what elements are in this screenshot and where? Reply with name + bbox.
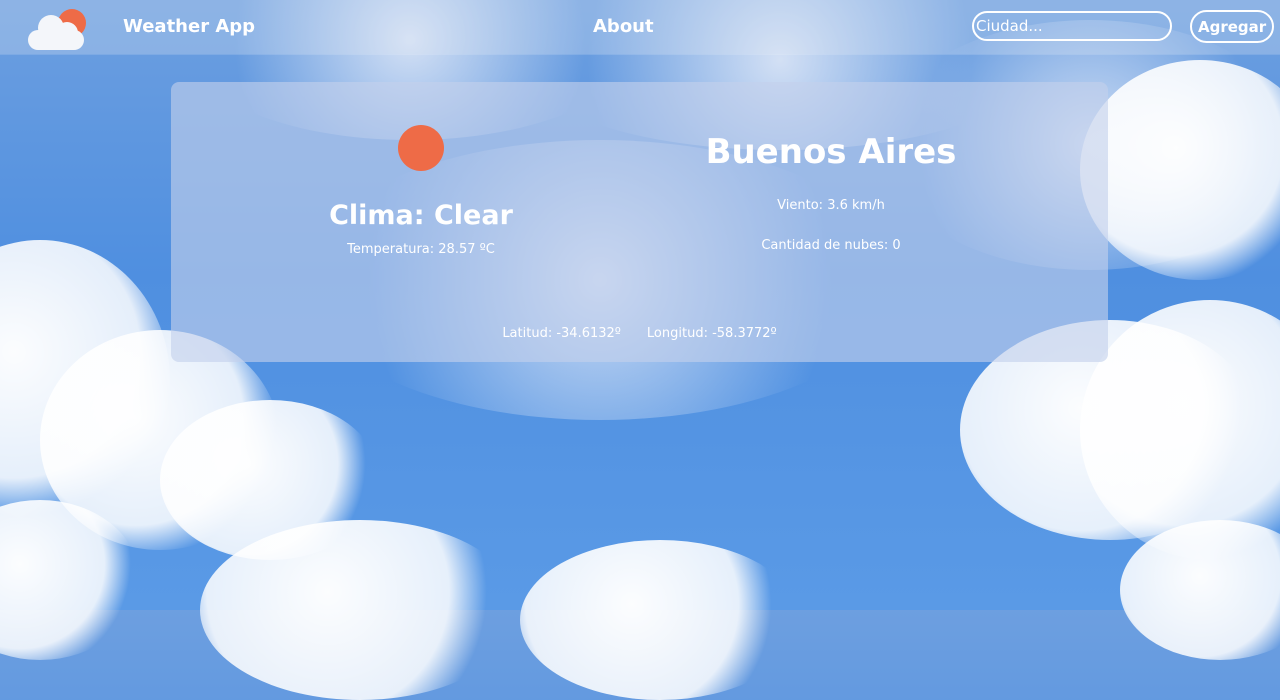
longitude-label: Longitud: [646,326,713,341]
wind-value: 3.6 km/h [827,198,885,213]
wind-label: Viento: [777,198,828,213]
brand-title[interactable]: Weather App [123,16,255,37]
temperature-label: Temperatura: [347,242,439,257]
cloud-amount: Cantidad de nubes: 0 [631,238,1031,253]
coordinates: Latitud: -34.6132º Longitud: -58.3772º [171,326,1108,341]
longitude-value: -58.3772º [712,326,777,341]
latitude-value: -34.6132º [556,326,621,341]
add-city-button[interactable]: Agregar [1190,10,1274,43]
about-link[interactable]: About [593,16,654,37]
latitude-label: Latitud: [502,326,557,341]
city-name: Buenos Aires [705,132,957,172]
temperature-value: 28.57 ºC [438,242,495,257]
weather-card: Clima: Clear Temperatura: 28.57 ºC Bueno… [171,82,1108,362]
navbar: Weather App About Agregar [0,0,1280,54]
weather-condition: Clima: Clear [221,200,621,231]
temperature: Temperatura: 28.57 ºC [221,242,621,257]
weather-condition-value: Clear [433,200,513,231]
wind-speed: Viento: 3.6 km/h [631,198,1031,213]
weather-condition-label: Clima: [329,200,434,231]
cloud-amount-value: 0 [892,238,901,253]
cloud-amount-label: Cantidad de nubes: [761,238,893,253]
weather-logo-icon[interactable] [26,8,90,52]
city-search-input[interactable] [972,11,1172,41]
sun-icon [398,125,444,171]
